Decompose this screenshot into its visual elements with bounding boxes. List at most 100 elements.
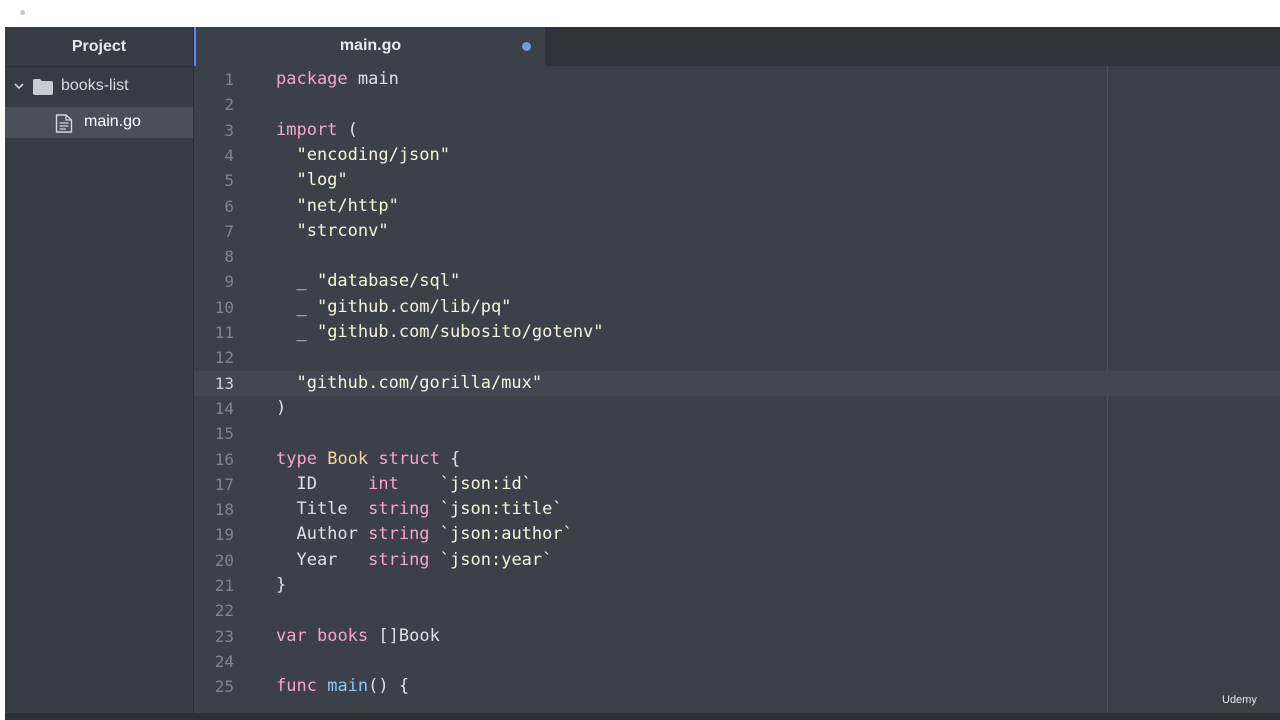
code-text: import ( [276,118,358,143]
line-number: 9 [224,272,234,292]
code-line[interactable]: 25 func main() { [194,674,1280,699]
line-number: 8 [224,247,234,267]
code-text: "github.com/gorilla/mux" [276,371,542,396]
tab-bar: main.go [194,27,1280,66]
code-line[interactable]: 18 Title string `json:title` [194,497,1280,522]
code-line[interactable]: 20 Year string `json:year` [194,548,1280,573]
tab-main-go[interactable]: main.go [194,27,545,66]
code-token: "database/sql" [316,271,461,292]
code-token: string [368,524,430,545]
code-line[interactable]: 15 [194,421,1280,446]
code-line[interactable]: 3 import ( [194,118,1280,143]
code-line[interactable]: 21} [194,573,1280,598]
code-text: package main [276,67,399,92]
code-line[interactable]: 14) [194,396,1280,421]
titlebar-dot [20,10,25,15]
code-editor[interactable]: 1 package main 2 3 import (4 "encoding/json"… [194,66,1280,720]
tree-file-main-go[interactable]: main.go [5,107,193,138]
code-text: "strconv" [276,219,388,244]
code-token: { [439,448,461,469]
code-text: type Book struct { [276,447,460,472]
code-token: "encoding/json" [276,144,450,165]
code-text: ) [276,396,286,421]
code-line[interactable]: 10 _ "github.com/lib/pq" [194,295,1280,320]
code-token: `json:author` [439,524,573,545]
code-text: ID int `json:id` [276,472,532,497]
code-token: _ [276,296,317,317]
line-number: 23 [214,626,234,646]
code-line[interactable]: 11 _ "github.com/subosito/gotenv" [194,320,1280,345]
line-number: 4 [224,145,234,165]
code-text: } [276,573,286,598]
modified-indicator-icon[interactable] [522,42,531,51]
code-line[interactable]: 6 "net/http" [194,194,1280,219]
code-line[interactable]: 4 "encoding/json" [194,143,1280,168]
line-number: 15 [214,424,234,444]
code-token: type [276,448,317,469]
code-token: func [276,676,317,697]
code-token: "github.com/lib/pq" [316,296,512,317]
code-line[interactable]: 22 [194,598,1280,623]
code-text: "net/http" [276,194,398,219]
line-number: 10 [214,297,234,317]
code-token: []Book [368,625,440,646]
code-line[interactable]: 2 [194,92,1280,117]
code-text: Title string `json:title` [276,497,563,522]
line-number: 21 [214,576,234,595]
code-token: _ [276,271,317,292]
code-token: () { [368,676,410,697]
folder-icon [33,79,53,95]
code-token: ID [276,473,369,494]
code-line[interactable]: 1 package main [194,67,1280,92]
code-token: books [316,625,369,646]
line-number: 1 [224,70,234,89]
line-number: 17 [214,474,234,494]
code-text: Author string `json:author` [276,522,573,547]
line-number: 24 [214,651,234,671]
code-token: Year [276,549,369,570]
line-number: 7 [224,221,234,241]
code-token: Book [327,448,369,469]
code-text: "encoding/json" [276,143,450,168]
code-token: "github.com/gorilla/mux" [276,372,543,393]
code-line[interactable]: 5 "log" [194,168,1280,193]
code-line[interactable]: 12 [194,345,1280,370]
code-text: Year string `json:year` [276,548,552,573]
line-number: 13 [214,373,234,393]
code-line[interactable]: 16 type Book struct { [194,447,1280,472]
code-token: ) [276,397,287,418]
file-label: main.go [84,113,141,130]
code-line[interactable]: 23 var books []Book [194,624,1280,649]
code-token: "github.com/subosito/gotenv" [316,322,604,342]
code-line[interactable]: 9 _ "database/sql" [194,269,1280,294]
watermark-logo: Udemy [1222,694,1257,706]
chevron-down-icon[interactable] [13,80,25,92]
code-token: Author [276,524,369,545]
code-line[interactable]: 19 Author string `json:author` [194,522,1280,547]
code-text: var books []Book [276,624,440,649]
code-token: `json:id` [439,473,532,494]
editor-window: Project books-list main.go main.go 1 pac… [5,27,1280,720]
tree-folder-books-list[interactable]: books-list [5,72,193,102]
line-number: 18 [214,500,234,520]
code-text: _ "database/sql" [276,269,460,294]
code-line[interactable]: 13 "github.com/gorilla/mux" [194,370,1280,396]
code-token: var [276,625,307,646]
window-titlebar [0,0,1280,27]
code-token: `json:title` [439,499,563,520]
code-line[interactable]: 17 ID int `json:id` [194,472,1280,497]
code-line[interactable]: 8 [194,244,1280,269]
line-number: 2 [224,95,234,115]
code-line[interactable]: 24 [194,649,1280,674]
code-line[interactable]: 7 "strconv" [194,219,1280,244]
line-number: 16 [214,449,234,469]
code-text: _ "github.com/subosito/gotenv" [276,320,604,345]
